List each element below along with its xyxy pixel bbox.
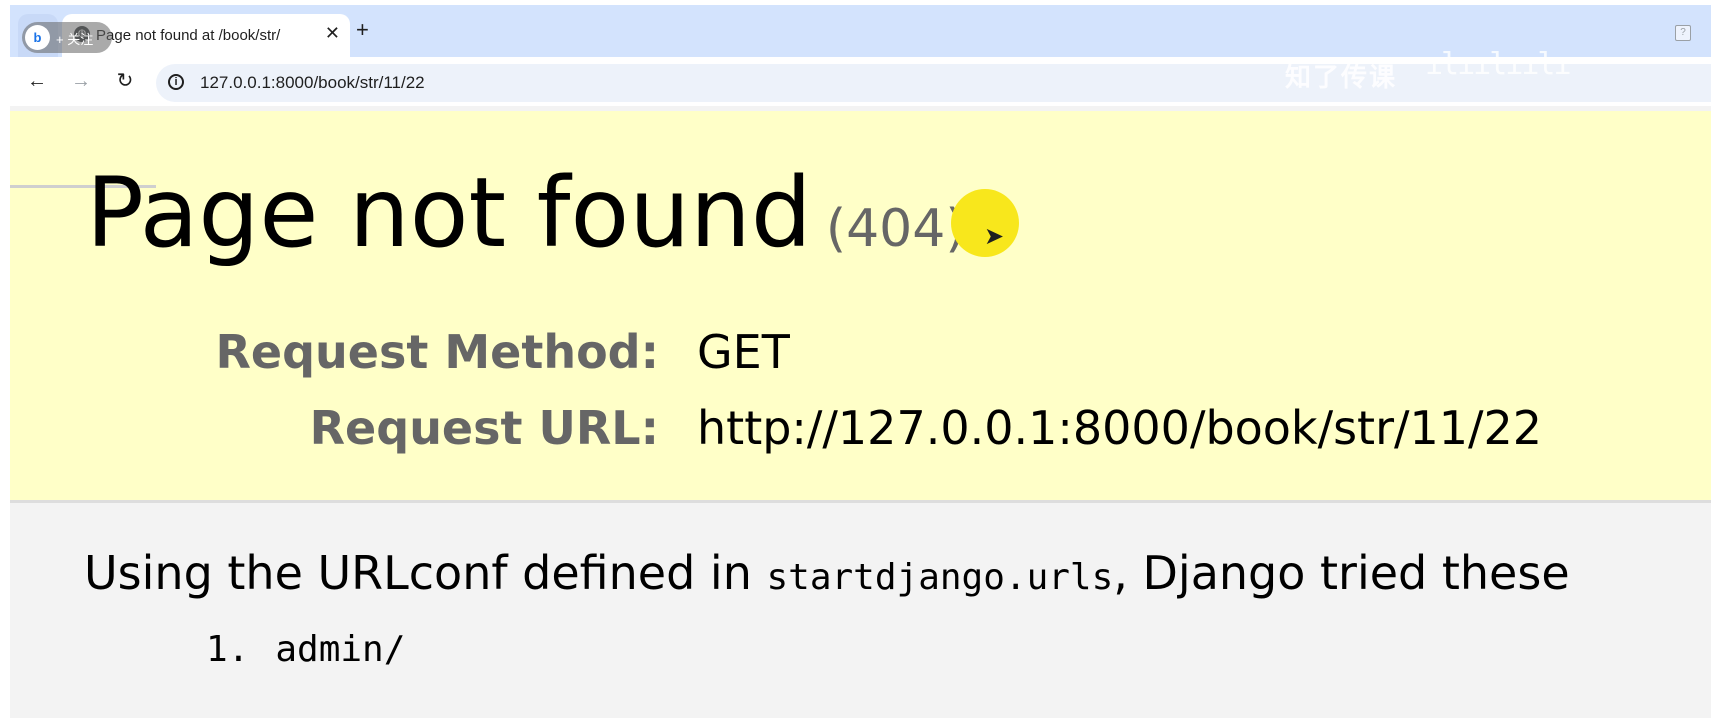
urlconf-module: startdjango.urls bbox=[766, 557, 1114, 598]
bilibili-logo-icon: b bbox=[25, 25, 50, 50]
forward-arrow-icon[interactable]: → bbox=[68, 69, 94, 93]
error-summary: Page not found (404) ➤ Request Method: GE… bbox=[10, 111, 1711, 503]
browser-window: ◍ Page not found at /book/str/ ✕ + ? b +… bbox=[10, 5, 1711, 718]
tab-title: Page not found at /book/str/ bbox=[96, 27, 281, 44]
request-url-value: http://127.0.0.1:8000/book/str/11/22 bbox=[697, 401, 1543, 455]
info-suffix: , Django tried these bbox=[1113, 546, 1570, 600]
page-title: Page not found (404) bbox=[86, 153, 966, 289]
status-code: (404) bbox=[825, 199, 966, 259]
close-icon[interactable]: ✕ bbox=[325, 23, 340, 43]
urlconf-info: Using the URLconf defined in startdjango… bbox=[84, 546, 1570, 600]
pattern-number: 1. bbox=[206, 629, 250, 670]
mouse-pointer-icon: ➤ bbox=[984, 223, 1005, 250]
follow-button[interactable]: b + 关注 bbox=[22, 22, 112, 53]
request-method-value: GET bbox=[697, 325, 790, 379]
reload-icon[interactable]: ↻ bbox=[112, 69, 138, 93]
browser-toolbar: ← → ↻ i 127.0.0.1:8000/book/str/11/22 知了… bbox=[10, 47, 1711, 106]
watermark-text: 知了传课 bbox=[1285, 62, 1398, 92]
help-icon: ? bbox=[1675, 25, 1691, 41]
info-prefix: Using the URLconf defined in bbox=[84, 546, 752, 600]
request-method-label: Request Method: bbox=[215, 325, 659, 379]
watermark-logo: ılıılıılı bbox=[1425, 47, 1572, 82]
back-arrow-icon[interactable]: ← bbox=[24, 69, 50, 93]
site-info-icon[interactable]: i bbox=[168, 74, 184, 90]
page-title-text: Page not found bbox=[86, 157, 812, 269]
url-text[interactable]: 127.0.0.1:8000/book/str/11/22 bbox=[200, 73, 425, 93]
pattern-text: admin/ bbox=[275, 629, 406, 670]
url-pattern-list: 1. admin/ bbox=[206, 629, 405, 670]
request-url-label: Request URL: bbox=[309, 401, 659, 455]
new-tab-button[interactable]: + bbox=[356, 19, 369, 41]
follow-label: + 关注 bbox=[56, 32, 94, 47]
list-item: 1. admin/ bbox=[206, 629, 405, 670]
